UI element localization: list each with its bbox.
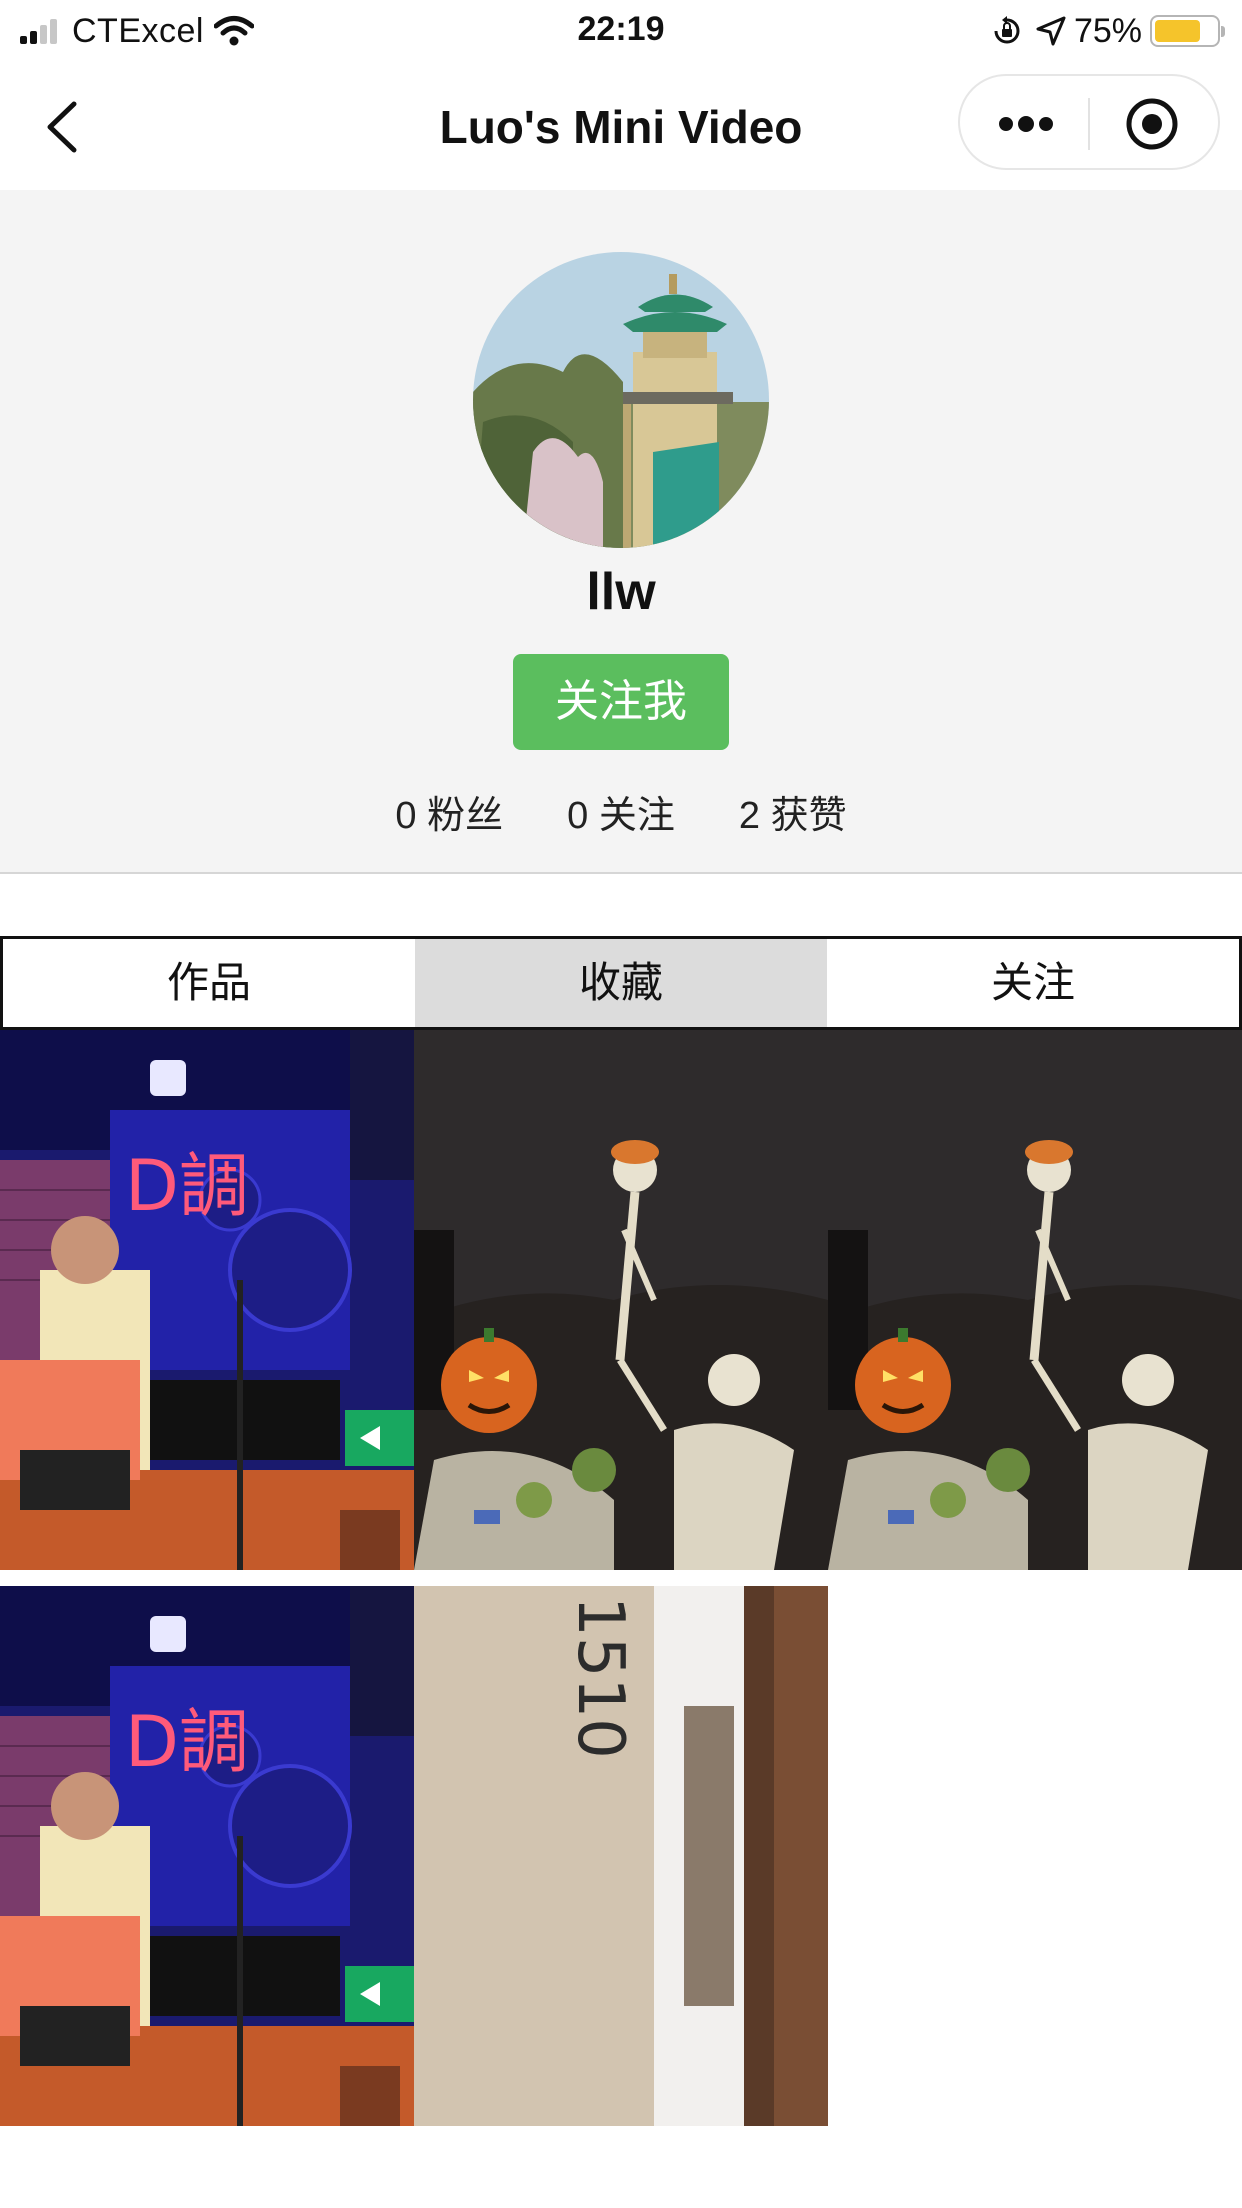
follow-button[interactable]: 关注我 [513,654,729,750]
video-thumbnail-concert[interactable]: D調 [0,1586,414,2126]
status-bar: CTExcel 22:19 75% [0,0,1242,62]
likes-stat: 2 获赞 [738,795,847,837]
stage-sign-text: D調 [125,1145,249,1227]
video-thumbnail-concert[interactable]: D調 [0,1030,414,1570]
profile-tabs: 作品 收藏 关注 [0,936,1242,1030]
close-target-icon[interactable] [1124,96,1180,152]
tab-favorites[interactable]: 收藏 [415,939,827,1027]
stage-sign-text: D調 [125,1701,249,1783]
profile-stats: 0 粉丝 0 关注 2 获赞 [0,784,1242,839]
battery-percent: 75% [1073,11,1142,50]
profile-header: llw 关注我 0 粉丝 0 关注 2 获赞 [0,190,1242,874]
tab-works[interactable]: 作品 [3,939,415,1027]
following-stat[interactable]: 0 关注 [567,784,675,839]
username: llw [586,563,656,621]
more-dots-icon[interactable] [996,110,1056,138]
video-thumbnail-halloween[interactable] [828,1030,1242,1570]
battery-icon [1150,15,1225,47]
avatar[interactable] [473,252,769,548]
capsule-divider [1088,98,1090,150]
tab-following[interactable]: 关注 [827,939,1239,1027]
location-icon [1036,16,1066,46]
navigation-bar: Luo's Mini Video [0,62,1242,190]
followers-stat[interactable]: 0 粉丝 [395,784,503,839]
room-number-text: 1510 [563,1596,637,1759]
mini-program-capsule [958,74,1220,170]
video-thumbnail-halloween[interactable] [414,1030,828,1570]
orientation-lock-icon [994,16,1020,44]
video-thumbnail-door[interactable]: 1510 [414,1586,828,2126]
